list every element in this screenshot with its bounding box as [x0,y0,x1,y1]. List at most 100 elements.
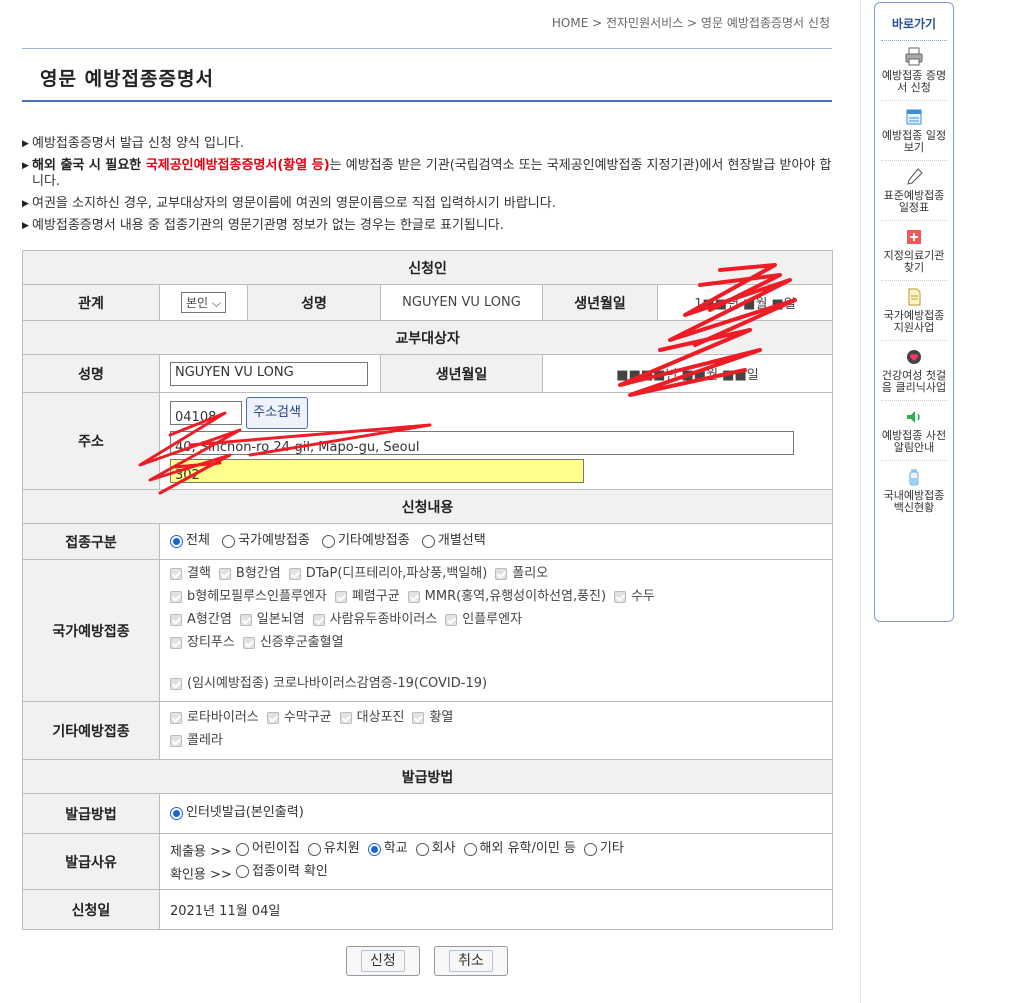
vaccine-checkbox[interactable]: 수두 [614,587,655,607]
address-search-button[interactable]: 주소검색 [246,397,308,429]
vaccine-checkbox[interactable]: b형헤모필루스인플루엔자 [170,587,327,607]
option-label: 회사 [431,841,456,856]
reason-option-school[interactable]: 학교 [367,839,408,859]
vaccine-label: 로타바이러스 [187,709,259,725]
quick-item-label: 예방접종 일정보기 [881,129,947,154]
vaccine-checkbox[interactable]: MMR(홍역,유행성이하선염,풍진) [407,587,607,607]
hospital-icon [907,230,921,244]
relation-select[interactable]: 본인 ⌵ [180,292,227,313]
checkbox-icon [170,591,182,603]
vaccine-checkbox[interactable]: 결핵 [170,564,211,584]
radio-icon [170,806,183,820]
radio-icon [367,842,381,856]
page-title: 영문 예방접종증명서 [40,68,214,90]
vaccine-label: 폴리오 [512,566,549,581]
vaccine-label: 폐렴구균 [351,589,400,604]
pen-icon [907,168,923,185]
radio-icon [421,534,435,548]
reason-option[interactable]: 해외 유학/이민 등 [463,839,576,859]
vaccine-checkbox[interactable]: DTaP(디프테리아,파상풍,백일해) [288,564,487,584]
notice-item: ▶ 해외 출국 시 필요한 국제공인예방접종증명서(황열 등)는 예방접종 받은 … [22,158,832,190]
option-label: 기타 [599,841,624,856]
postcode-input[interactable]: 04108 [170,401,242,425]
quick-item-notification[interactable]: 예방접종 사전알림안내 [881,401,947,461]
address-label: 주소 [22,392,160,490]
vaccine-checkbox[interactable]: A형간염 [170,610,232,630]
checkbox-icon [218,568,231,580]
quick-item-label: 표준예방접종 일정표 [883,189,945,214]
covid-checkbox[interactable]: (임시예방접종) 코로나바이러스감염증-19(COVID-19) [170,674,487,694]
recipient-name-input[interactable]: NGUYEN VU LONG [170,361,368,386]
checkbox-icon [312,614,325,626]
quick-item-women-clinic[interactable]: 건강여성 첫걸음 클리닉사업 [881,341,947,401]
printer-icon [905,47,923,66]
vaccine-checkbox[interactable]: 일본뇌염 [239,610,305,630]
notice-item: ▶ 예방접종증명서 발급 신청 양식 입니다. [22,136,832,152]
quick-item-hospital[interactable]: 지정의료기관 찾기 [881,221,947,281]
quick-item-vaccine-status[interactable]: 국내예방접종 백신현황 [881,461,947,520]
calendar-icon [906,109,922,125]
reason-option-history[interactable]: 접종이력 확인 [235,862,328,882]
quick-item-schedule[interactable]: 예방접종 일정보기 [881,101,947,161]
address-line1-input[interactable]: 40, Sinchon-ro 24-gil, Mapo-gu, Seoul [170,430,794,455]
reason-prefix: 제출용 >> [170,844,232,860]
quick-item-label: 예방접종 증명서 신청 [881,69,947,94]
vaccine-label: 장티푸스 [187,635,235,650]
vaccine-label: 콜레라 [187,732,223,748]
notice-item: ▶ 예방접종증명서 내용 중 접종기관의 영문기관명 정보가 없는 경우는 한글로… [22,218,832,234]
vaccine-label: 일본뇌염 [256,612,305,627]
vaccine-checkbox[interactable]: 인플루엔자 [445,610,522,630]
reason-option[interactable]: 기타 [583,839,624,859]
quick-item-national-program[interactable]: 국가예방접종 지원사업 [881,281,947,341]
type-option-all[interactable]: 전체 [170,531,210,551]
vaccine-checkbox[interactable]: 사람유두종바이러스 [312,610,437,630]
type-option-other[interactable]: 기타예방접종 [321,531,410,551]
reason-options: 제출용 >> 어린이집 유치원 학교 회사 해외 유학/이민 등 기타 확인용 >> 접종… [158,833,834,890]
vaccine-checkbox[interactable]: 장티푸스 [170,633,235,653]
quick-item-label: 지정의료기관 찾기 [883,249,945,274]
vaccine-label: MMR(홍역,유행성이하선염,풍진) [424,589,607,604]
radio-icon [170,534,183,548]
submit-button[interactable]: 신청 [345,946,420,976]
radio-icon [583,842,597,856]
vaccine-checkbox[interactable]: 황열 [412,708,453,728]
quick-item-certificate[interactable]: 예방접종 증명서 신청 [881,41,947,101]
checkbox-icon [445,614,458,626]
bullet-icon: ▶ [22,199,29,209]
quick-item-standard-schedule[interactable]: 표준예방접종 일정표 [881,161,947,221]
bullet-icon: ▶ [22,221,29,231]
type-option-national[interactable]: 국가예방접종 [222,531,310,551]
vaccine-checkbox[interactable]: 콜레라 [170,731,223,751]
radio-icon [235,865,249,878]
quick-menu-title: 바로가기 [881,3,947,41]
vaccine-checkbox[interactable]: 폴리오 [495,564,548,584]
vaccine-checkbox[interactable]: 폐렴구균 [334,587,400,607]
speaker-icon [907,411,920,423]
reason-option[interactable]: 회사 [415,839,456,859]
national-label: 국가예방접종 [22,559,160,702]
address-line2-input[interactable]: 302 [170,458,584,483]
vaccine-checkbox[interactable]: 수막구균 [266,708,332,728]
vaccine-checkbox[interactable]: 대상포진 [339,708,404,728]
vaccine-checkbox[interactable]: 로타바이러스 [170,708,259,728]
date-label: 신청일 [22,889,160,930]
vaccine-icon [909,469,919,486]
option-label: 학교 [383,841,408,856]
applicant-dob: 1■■년 ■월 ■일 [656,284,834,321]
method-option-internet[interactable]: 인터넷발급(본인출력) [170,803,304,823]
section-request: 신청내용 [21,489,834,524]
type-option-individual[interactable]: 개별선택 [421,531,486,551]
vaccine-checkbox[interactable]: 신증후군출혈열 [242,633,344,653]
chevron-down-icon: ⌵ [211,296,222,310]
vaccine-label: 수막구균 [283,709,332,725]
radio-icon [415,842,429,856]
cancel-button[interactable]: 취소 [434,946,509,976]
section-recipient: 교부대상자 [21,320,834,355]
vaccine-checkbox[interactable]: B형간염 [218,564,281,584]
notice-list: ▶ 예방접종증명서 발급 신청 양식 입니다. ▶ 해외 출국 시 필요한 국제공인… [22,136,832,240]
reason-option[interactable]: 유치원 [307,839,360,859]
type-options: 전체 국가예방접종 기타예방접종 개별선택 [158,523,834,560]
relation-value: 본인 [185,296,209,310]
reason-option[interactable]: 어린이집 [235,839,300,859]
application-form: 신청인 관계 본인 ⌵ 성명 NGUYEN VU LONG 생년월일 1■■년 … [21,250,834,930]
